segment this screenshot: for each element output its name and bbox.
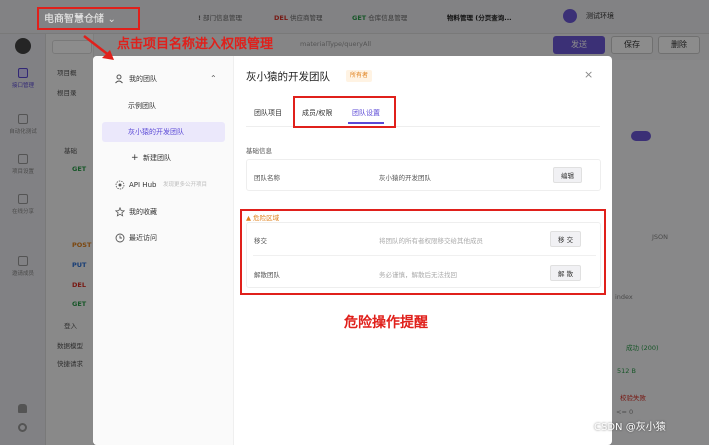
project-name-highlight[interactable]: 电商智慧仓储 ⌄ [44, 10, 116, 25]
annotation-arrow [83, 35, 114, 60]
my-teams-header[interactable]: 我的团队 ⌃ [93, 69, 234, 89]
tab-team-projects[interactable]: 团队项目 [254, 108, 282, 118]
annotation-danger-hint: 危险操作提醒 [344, 315, 428, 331]
recent-link[interactable]: 最近访问 [93, 228, 234, 248]
basic-info-card: 团队名称 灰小猿的开发团队 编辑 [246, 159, 601, 191]
annotation-box-tabs [293, 96, 396, 128]
edit-button[interactable]: 编辑 [553, 167, 582, 183]
watermark: CSDN @灰小猿 [594, 422, 666, 433]
hub-icon [115, 180, 125, 190]
annotation-project-hint: 点击项目名称进入权限管理 [117, 37, 274, 52]
owner-badge: 所有者 [346, 70, 373, 82]
close-icon[interactable]: × [584, 68, 593, 81]
clock-icon [115, 233, 125, 243]
team-name-key: 团队名称 [254, 174, 280, 182]
team-icon [115, 74, 123, 84]
api-hub-link[interactable]: API Hub 发现更多公开项目 [93, 175, 234, 195]
new-team-button[interactable]: + 新建团队 [93, 148, 234, 168]
modal-title: 灰小猿的开发团队 [246, 71, 330, 83]
star-icon [115, 207, 125, 217]
plus-icon: + [131, 153, 139, 163]
team-sidebar: 我的团队 ⌃ 示例团队 灰小猿的开发团队 + 新建团队 API Hub 发现更多… [93, 56, 234, 445]
annotation-box-danger [240, 209, 606, 295]
chevron-up-icon: ⌃ [210, 74, 217, 83]
basic-info-heading: 基础信息 [246, 147, 272, 155]
favorites-link[interactable]: 我的收藏 [93, 202, 234, 222]
team-name-value: 灰小猿的开发团队 [379, 174, 431, 182]
team-item-selected[interactable]: 灰小猿的开发团队 [102, 122, 225, 142]
team-item-example[interactable]: 示例团队 [93, 96, 234, 116]
team-settings-modal: 我的团队 ⌃ 示例团队 灰小猿的开发团队 + 新建团队 API Hub 发现更多… [93, 56, 612, 445]
